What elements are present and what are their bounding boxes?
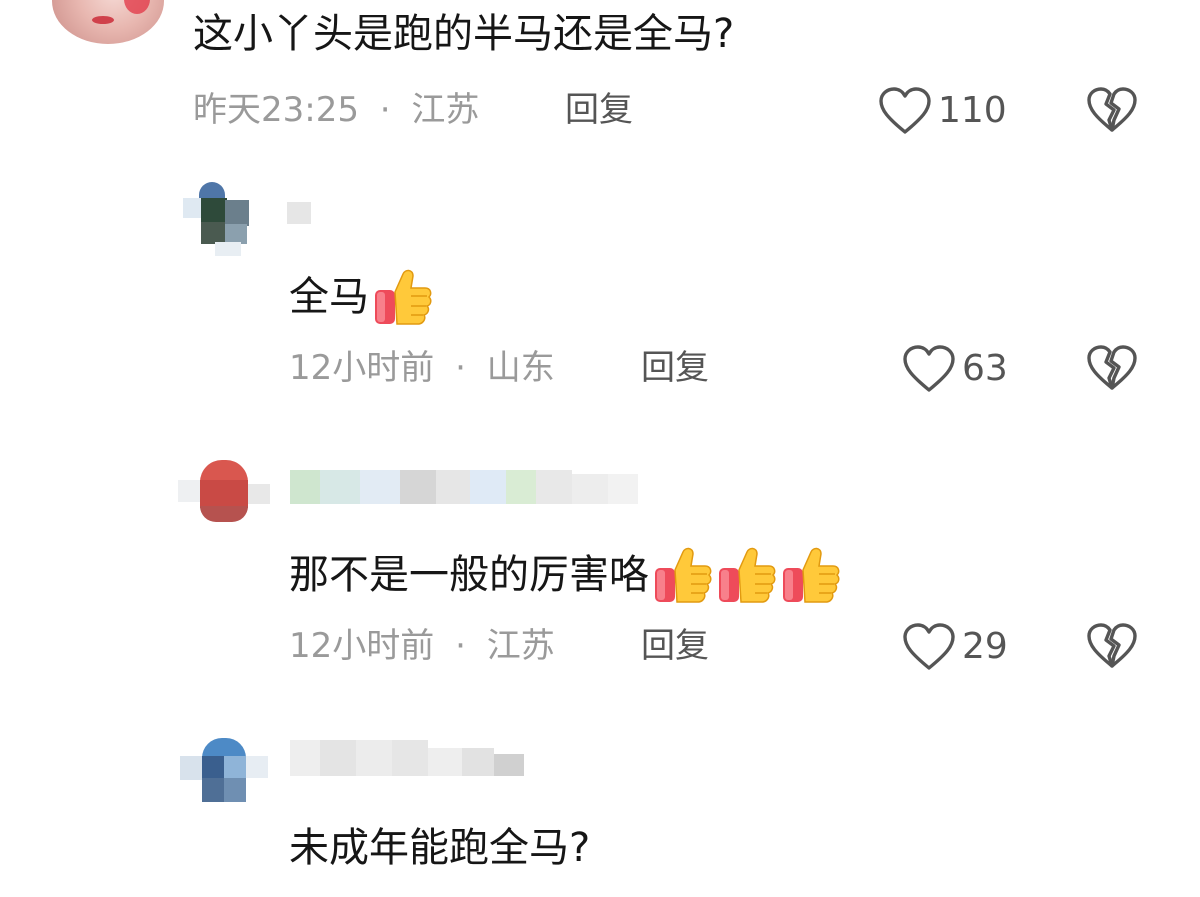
broken-heart-icon [1087, 623, 1137, 668]
comment-text-content: 那不是一般的厉害咯 [289, 552, 649, 598]
heart-outline-icon [903, 623, 955, 670]
heart-outline-icon [903, 345, 955, 392]
user-avatar[interactable] [52, 0, 164, 44]
like-button[interactable]: 110 [878, 86, 1007, 136]
reply-button[interactable]: 回复 [641, 346, 709, 390]
dislike-button[interactable] [1086, 86, 1138, 138]
comment-location: 江苏 [411, 90, 480, 130]
meta-separator: · [455, 626, 466, 666]
reply-button[interactable]: 回复 [641, 624, 709, 668]
avatar-lips [92, 16, 114, 24]
broken-heart-icon [1087, 345, 1137, 390]
avatar-blush [124, 0, 150, 14]
comment-text: 这小丫头是跑的半马还是全马? [193, 11, 735, 57]
comment-time: 12小时前 [289, 348, 435, 388]
meta-separator: · [379, 90, 391, 130]
like-count: 110 [938, 90, 1007, 131]
thumbs-up-emoji [375, 269, 432, 325]
comment-location: 山东 [486, 348, 555, 388]
like-count: 63 [962, 348, 1008, 389]
like-button[interactable]: 63 [902, 344, 1008, 394]
comment-time: 12小时前 [289, 626, 435, 666]
meta-separator: · [455, 348, 466, 388]
comment-text: 那不是一般的厉害咯 [289, 544, 841, 606]
comment-meta: 12小时前 · 山东 [289, 346, 555, 390]
dislike-button[interactable] [1086, 344, 1138, 396]
thumbs-up-emoji [655, 547, 712, 603]
comment-meta: 12小时前 · 江苏 [289, 624, 555, 668]
thumbs-up-emoji [719, 547, 776, 603]
comment-text: 全马 [289, 266, 433, 328]
heart-outline-icon [879, 87, 931, 134]
like-button[interactable]: 29 [902, 622, 1008, 672]
comment-location: 江苏 [486, 626, 555, 666]
comment-time: 昨天23:25 [193, 90, 359, 130]
broken-heart-icon [1087, 87, 1137, 132]
reply-button[interactable]: 回复 [565, 88, 633, 132]
comment-meta: 昨天23:25 · 江苏 [193, 88, 479, 132]
like-count: 29 [962, 626, 1008, 667]
dislike-button[interactable] [1086, 622, 1138, 674]
comment-text: 未成年能跑全马? [289, 825, 591, 871]
thumbs-up-emoji [783, 547, 840, 603]
comment-text-content: 全马 [289, 274, 369, 320]
